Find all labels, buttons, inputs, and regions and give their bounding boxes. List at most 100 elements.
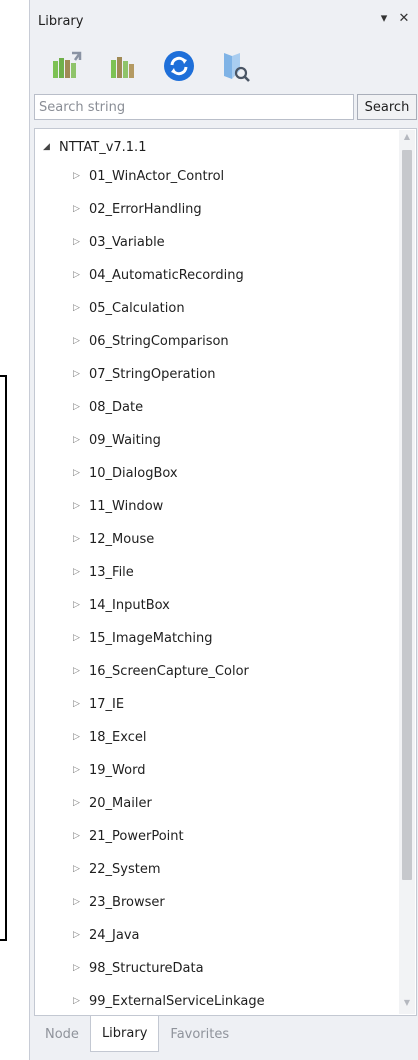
books-button[interactable] (106, 49, 140, 83)
tree-item[interactable]: ▷ 04_AutomaticRecording (73, 264, 244, 286)
tree-item[interactable]: ▷ 13_File (73, 561, 134, 583)
tree-item-label: 04_AutomaticRecording (89, 267, 244, 283)
tree-item-label: 21_PowerPoint (89, 828, 184, 844)
search-input[interactable] (34, 94, 354, 120)
collapsed-triangle-icon[interactable]: ▷ (73, 336, 83, 346)
tree-item[interactable]: ▷ 08_Date (73, 396, 143, 418)
tree-item-label: 03_Variable (89, 234, 165, 250)
search-row: Search (34, 94, 417, 120)
collapsed-triangle-icon[interactable]: ▷ (73, 864, 83, 874)
collapsed-triangle-icon[interactable]: ▷ (73, 534, 83, 544)
refresh-icon (164, 51, 194, 81)
tree-item[interactable]: ▷ 14_InputBox (73, 594, 170, 616)
collapsed-triangle-icon[interactable]: ▷ (73, 369, 83, 379)
tree-item-label: 98_StructureData (89, 960, 204, 976)
background-window-edge (0, 375, 7, 941)
tree-item[interactable]: ▷ 16_ScreenCapture_Color (73, 660, 249, 682)
tab-node[interactable]: Node (34, 1016, 90, 1052)
close-icon[interactable]: ✕ (397, 10, 411, 26)
tree-item-label: 08_Date (89, 399, 144, 415)
tree-item[interactable]: ▷ 20_Mailer (73, 792, 152, 814)
tree-item[interactable]: ▷ 05_Calculation (73, 297, 185, 319)
tree-item-label: 20_Mailer (89, 795, 152, 811)
tree-item[interactable]: ▷ 09_Waiting (73, 429, 161, 451)
collapsed-triangle-icon[interactable]: ▷ (73, 303, 83, 313)
collapsed-triangle-icon[interactable]: ▷ (73, 732, 83, 742)
tree-item-label: 16_ScreenCapture_Color (89, 663, 249, 679)
tree-item[interactable]: ▷ 19_Word (73, 759, 145, 781)
tree-scrollbar[interactable]: ▲ ▼ (399, 130, 415, 1014)
tree-item[interactable]: ▷ 17_IE (73, 693, 124, 715)
collapsed-triangle-icon[interactable]: ▷ (73, 831, 83, 841)
tree-item[interactable]: ▷ 22_System (73, 858, 161, 880)
collapsed-triangle-icon[interactable]: ▷ (73, 600, 83, 610)
collapsed-triangle-icon[interactable]: ▷ (73, 633, 83, 643)
collapsed-triangle-icon[interactable]: ▷ (73, 435, 83, 445)
collapsed-triangle-icon[interactable]: ▷ (73, 963, 83, 973)
collapsed-triangle-icon[interactable]: ▷ (73, 468, 83, 478)
tree-item[interactable]: ▷ 24_Java (73, 924, 140, 946)
collapsed-triangle-icon[interactable]: ▷ (73, 171, 83, 181)
collapsed-triangle-icon[interactable]: ▷ (73, 237, 83, 247)
scroll-up-icon[interactable]: ▲ (399, 132, 415, 146)
tree-item[interactable]: ▷ 02_ErrorHandling (73, 198, 202, 220)
books-add-button[interactable] (50, 49, 84, 83)
tree-item[interactable]: ▷ 01_WinActor_Control (73, 165, 224, 187)
tree-item[interactable]: ▷ 23_Browser (73, 891, 165, 913)
tree-item[interactable]: ▷ 07_StringOperation (73, 363, 216, 385)
book-search-button[interactable] (218, 49, 252, 83)
tree-item[interactable]: ▷ 98_StructureData (73, 957, 204, 979)
tree-item[interactable]: ▷ 03_Variable (73, 231, 165, 253)
tree-item-label: 09_Waiting (89, 432, 161, 448)
tree-item-label: 23_Browser (89, 894, 165, 910)
tree-item-label: 14_InputBox (89, 597, 170, 613)
collapsed-triangle-icon[interactable]: ▷ (73, 699, 83, 709)
tree-root-label: NTTAT_v7.1.1 (59, 139, 147, 155)
tree-item[interactable]: ▷ 10_DialogBox (73, 462, 178, 484)
expanded-triangle-icon[interactable]: ◢ (43, 142, 53, 152)
tree-item[interactable]: ▷ 18_Excel (73, 726, 146, 748)
tree-item-label: 99_ExternalServiceLinkage (89, 993, 265, 1009)
tree-item-label: 18_Excel (89, 729, 147, 745)
collapsed-triangle-icon[interactable]: ▷ (73, 204, 83, 214)
tree-item-label: 15_ImageMatching (89, 630, 213, 646)
tree-item-label: 06_StringComparison (89, 333, 229, 349)
tree-item-label: 10_DialogBox (89, 465, 178, 481)
tree-item-label: 05_Calculation (89, 300, 185, 316)
tab-library[interactable]: Library (89, 1016, 160, 1052)
tree-item[interactable]: ▷ 21_PowerPoint (73, 825, 184, 847)
tree-item[interactable]: ▷ 11_Window (73, 495, 163, 517)
tree-item-label: 19_Word (89, 762, 146, 778)
tree-item-label: 12_Mouse (89, 531, 155, 547)
scroll-down-icon[interactable]: ▼ (399, 998, 415, 1012)
search-button[interactable]: Search (357, 94, 417, 120)
tree-item-label: 22_System (89, 861, 161, 877)
books-add-icon (53, 51, 82, 78)
tree-item-label: 02_ErrorHandling (89, 201, 202, 217)
tree-item-label: 24_Java (89, 927, 140, 943)
library-toolbar (30, 44, 418, 88)
tree-item[interactable]: ▷ 15_ImageMatching (73, 627, 213, 649)
book-search-icon (224, 53, 250, 82)
collapsed-triangle-icon[interactable]: ▷ (73, 765, 83, 775)
collapsed-triangle-icon[interactable]: ▷ (73, 402, 83, 412)
scroll-thumb[interactable] (402, 150, 412, 880)
tree-item[interactable]: ▷ 12_Mouse (73, 528, 154, 550)
refresh-button[interactable] (162, 49, 196, 83)
tree-item-label: 11_Window (89, 498, 164, 514)
collapsed-triangle-icon[interactable]: ▷ (73, 567, 83, 577)
collapsed-triangle-icon[interactable]: ▷ (73, 798, 83, 808)
tab-favorites[interactable]: Favorites (159, 1016, 240, 1052)
library-panel: Library ▾ ✕ Search string Search ◢ NTTAT… (29, 0, 418, 1060)
tree-item[interactable]: ▷ 06_StringComparison (73, 330, 229, 352)
tree-item[interactable]: ▷ 99_ExternalServiceLinkage (73, 990, 265, 1012)
collapsed-triangle-icon[interactable]: ▷ (73, 996, 83, 1006)
collapsed-triangle-icon[interactable]: ▷ (73, 666, 83, 676)
collapsed-triangle-icon[interactable]: ▷ (73, 930, 83, 940)
collapsed-triangle-icon[interactable]: ▷ (73, 270, 83, 280)
books-icon (111, 57, 134, 78)
collapsed-triangle-icon[interactable]: ▷ (73, 501, 83, 511)
dropdown-icon[interactable]: ▾ (377, 10, 391, 26)
tree-root-node[interactable]: ◢ NTTAT_v7.1.1 (43, 136, 146, 158)
collapsed-triangle-icon[interactable]: ▷ (73, 897, 83, 907)
